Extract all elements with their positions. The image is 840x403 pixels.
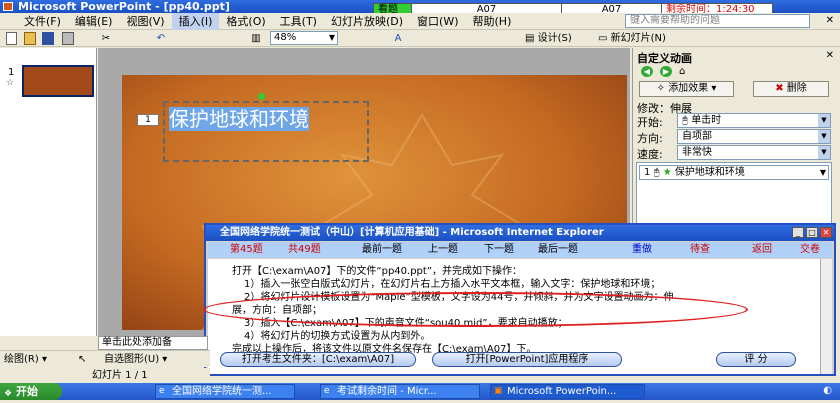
close-icon[interactable]: ✕ <box>820 227 832 238</box>
speed-select[interactable]: 非常快 ▼ <box>677 145 831 160</box>
status-bar: 幻灯片 1 / 1 <box>0 368 210 383</box>
minimize-icon[interactable]: _ <box>792 227 804 238</box>
slide-text: 保护地球和环境 <box>169 107 309 131</box>
menu-slideshow[interactable]: 幻灯片放映(D) <box>324 13 410 30</box>
taskbar-item-exam[interactable]: e 全国网络学院统一测... <box>155 384 295 399</box>
drawing-toolbar: 绘图(R) ▾ ↖ 自选图形(U) ▾ <box>0 350 210 367</box>
ie-icon: e <box>324 386 330 396</box>
menu-edit[interactable]: 编辑(E) <box>68 13 120 30</box>
tray-icon[interactable]: ◐ <box>823 385 832 396</box>
menu-insert[interactable]: 插入(I) <box>171 13 220 30</box>
back-button[interactable]: 返回 <box>752 242 772 258</box>
chevron-down-icon: ▼ <box>328 33 335 42</box>
add-effect-icon: ✧ <box>656 83 665 94</box>
standard-toolbar: ✂ ↶ ▥ A ▤ 设计(S) ▭ 新幻灯片(N) <box>0 30 840 47</box>
open-app-button[interactable]: 打开[PowerPoint]应用程序 <box>432 352 622 367</box>
zoom-select[interactable]: 48% ▼ <box>270 31 338 45</box>
entrance-star-icon: ★ <box>662 167 672 178</box>
close-doc-icon[interactable]: ✕ <box>826 15 834 26</box>
menu-file[interactable]: 文件(F) <box>0 13 68 30</box>
powerpoint-icon <box>3 2 13 11</box>
cut-icon[interactable]: ✂ <box>100 32 112 45</box>
question-line: 1）插入一张空白版式幻灯片，在幻灯片右上方插入水平文本框，输入文字：保护地球和环… <box>244 279 661 290</box>
undo-icon[interactable]: ↶ <box>155 32 167 45</box>
select-pointer-icon[interactable]: ↖ <box>78 351 86 368</box>
ie-title-bar: 全国网络学院统一测试（中山）[计算机应用基础] - Microsoft Inte… <box>206 225 834 241</box>
design-button[interactable]: ▤ 设计(S) <box>525 32 572 45</box>
window-title: Microsoft PowerPoint - [pp40.ppt] <box>18 0 230 13</box>
help-search-input[interactable]: 键入需要帮助的问题 <box>625 14 810 28</box>
mouse-click-icon: 🖰 <box>653 167 660 178</box>
forward-arrow-icon[interactable]: ▶ <box>660 66 672 77</box>
delete-effect-button[interactable]: ✖ 删除 <box>753 81 829 97</box>
red-annotation-ellipse <box>203 292 748 327</box>
autoshape-menu[interactable]: 自选图形(U) ▾ <box>104 351 167 368</box>
start-select[interactable]: 🖰 单击时 ▼ <box>677 113 831 128</box>
font-color-icon[interactable]: A <box>392 32 404 45</box>
new-icon[interactable] <box>6 32 17 45</box>
windows-logo-icon: ❖ <box>4 389 13 399</box>
task-pane-title: 自定义动画 <box>637 52 692 65</box>
menu-view[interactable]: 视图(V) <box>119 13 171 30</box>
maximize-icon[interactable]: □ <box>806 227 818 238</box>
slide-count: 幻灯片 1 / 1 <box>92 370 148 381</box>
pane-close-icon[interactable]: ✕ <box>826 50 834 61</box>
question-nav-bar: 第45题 共49题 最前一题 上一题 下一题 最后一题 重做 待查 返回 交卷 <box>208 242 832 258</box>
rotation-handle[interactable] <box>258 93 265 100</box>
prev-question-button[interactable]: 上一题 <box>428 242 458 258</box>
powerpoint-icon: ▣ <box>494 386 503 396</box>
chevron-down-icon: ▼ <box>818 130 830 143</box>
chevron-down-icon: ▼ <box>818 114 830 127</box>
home-icon[interactable]: ⌂ <box>679 66 685 77</box>
start-label: 开始: <box>637 116 663 129</box>
last-question-button[interactable]: 最后一题 <box>538 242 578 258</box>
animation-list-item[interactable]: 1 🖰 ★ 保护地球和环境 ▼ <box>639 165 829 180</box>
menu-help[interactable]: 帮助(H) <box>466 13 519 30</box>
open-icon[interactable] <box>24 32 36 45</box>
chevron-down-icon[interactable]: ▼ <box>820 166 826 179</box>
score-button[interactable]: 评 分 <box>716 352 796 367</box>
direction-select[interactable]: 自项部 ▼ <box>677 129 831 144</box>
slide-number: 1 <box>8 67 15 78</box>
menu-window[interactable]: 窗口(W) <box>410 13 465 30</box>
windows-taskbar: ❖ 开始 e 全国网络学院统一测... e 考试剩余时间 - Micr... ▣ Mic… <box>0 383 840 400</box>
notes-pane[interactable]: 单击此处添加备 <box>98 336 208 350</box>
slide-thumbnail-1[interactable] <box>22 65 94 97</box>
print-icon[interactable] <box>62 32 74 45</box>
open-folder-button[interactable]: 打开考生文件夹：[C:\exam\A07] <box>220 352 416 367</box>
back-arrow-icon[interactable]: ◀ <box>641 66 653 77</box>
question-line: 打开【C:\exam\A07】下的文件“pp40.ppt”，并完成如下操作： <box>232 266 522 277</box>
new-slide-icon: ▭ <box>598 33 608 44</box>
redo-button[interactable]: 重做 <box>632 242 652 258</box>
chart-icon[interactable]: ▥ <box>250 32 262 45</box>
next-question-button[interactable]: 下一题 <box>484 242 514 258</box>
review-button[interactable]: 待查 <box>690 242 710 258</box>
speed-label: 速度: <box>637 148 663 161</box>
menu-format[interactable]: 格式(O) <box>219 13 272 30</box>
draw-menu[interactable]: 绘图(R) ▾ <box>4 351 47 368</box>
design-icon: ▤ <box>525 33 535 44</box>
slide-text-box[interactable]: 保护地球和环境 <box>163 101 369 162</box>
direction-label: 方向: <box>637 132 663 145</box>
new-slide-button[interactable]: ▭ 新幻灯片(N) <box>598 32 666 45</box>
chevron-down-icon: ▼ <box>818 146 830 159</box>
vertical-scrollbar[interactable] <box>820 259 832 374</box>
submit-button[interactable]: 交卷 <box>800 242 820 258</box>
delete-icon: ✖ <box>775 83 784 94</box>
animation-order-tag: 1 <box>137 114 159 126</box>
taskbar-item-powerpoint[interactable]: ▣ Microsoft PowerPoin... <box>490 384 645 399</box>
menu-tools[interactable]: 工具(T) <box>273 13 324 30</box>
add-effect-button[interactable]: ✧ 添加效果 ▾ <box>639 81 734 97</box>
first-question-button[interactable]: 最前一题 <box>362 242 402 258</box>
taskbar-item-timer[interactable]: e 考试剩余时间 - Micr... <box>320 384 480 399</box>
total-questions: 共49题 <box>288 244 321 255</box>
current-question: 第45题 <box>230 244 263 255</box>
mouse-click-icon: 🖰 <box>682 115 688 126</box>
animation-star-icon: ☆ <box>6 78 15 88</box>
save-icon[interactable] <box>42 32 54 45</box>
start-button[interactable]: ❖ 开始 <box>0 383 62 400</box>
ie-icon: e <box>159 386 165 396</box>
question-line: 4）将幻灯片的切换方式设置为从内到外。 <box>244 331 431 342</box>
